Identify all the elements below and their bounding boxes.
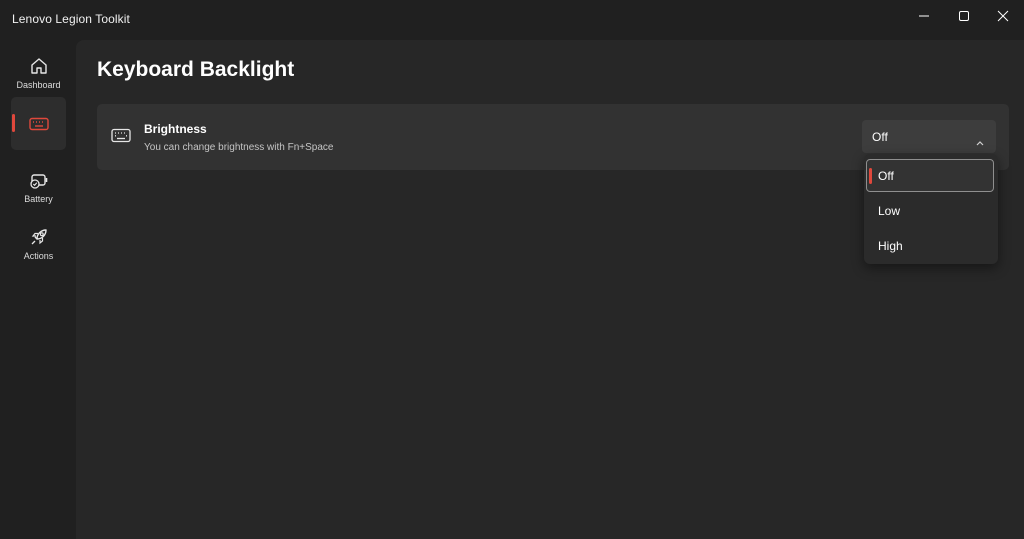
close-button[interactable]: [983, 0, 1023, 32]
brightness-options-list: Off Low High: [864, 154, 998, 264]
maximize-button[interactable]: [944, 0, 984, 32]
page-title: Keyboard Backlight: [97, 58, 295, 81]
sidebar-item-label: Dashboard: [16, 80, 61, 90]
sidebar-item-actions[interactable]: Actions: [11, 217, 66, 270]
main-content: Keyboard Backlight Brightness You can ch…: [76, 40, 1024, 539]
option-label: Low: [878, 204, 901, 218]
battery-icon: [29, 170, 49, 190]
close-icon: [997, 10, 1009, 22]
home-icon: [29, 56, 49, 76]
keyboard-icon: [28, 114, 49, 134]
selected-indicator: [869, 168, 872, 184]
minimize-icon: [919, 15, 929, 17]
option-label: High: [878, 239, 903, 253]
sidebar-item-dashboard[interactable]: Dashboard: [11, 46, 66, 99]
setting-description: You can change brightness with Fn+Space: [144, 142, 334, 153]
keyboard-icon: [111, 128, 131, 148]
app-title: Lenovo Legion Toolkit: [12, 12, 130, 26]
maximize-icon: [959, 11, 969, 21]
active-indicator: [12, 114, 15, 132]
option-label: Off: [878, 169, 894, 183]
sidebar-item-battery[interactable]: Battery: [11, 160, 66, 213]
option-high[interactable]: High: [866, 229, 994, 262]
app-window: Lenovo Legion Toolkit Dashboard Battery …: [0, 0, 1024, 539]
title-bar[interactable]: Lenovo Legion Toolkit: [0, 0, 1024, 40]
brightness-dropdown[interactable]: Off: [862, 120, 996, 153]
sidebar-item-keyboard[interactable]: [11, 97, 66, 150]
dropdown-selected-value: Off: [872, 130, 888, 144]
setting-title: Brightness: [144, 122, 207, 136]
rocket-icon: [29, 227, 49, 247]
sidebar-item-label: Battery: [24, 194, 53, 204]
minimize-button[interactable]: [904, 0, 944, 32]
sidebar-item-label: Actions: [23, 251, 54, 261]
sidebar: Dashboard Battery Actions: [0, 40, 76, 539]
chevron-up-icon: [976, 133, 984, 151]
option-off[interactable]: Off: [866, 159, 994, 192]
option-low[interactable]: Low: [866, 194, 994, 227]
